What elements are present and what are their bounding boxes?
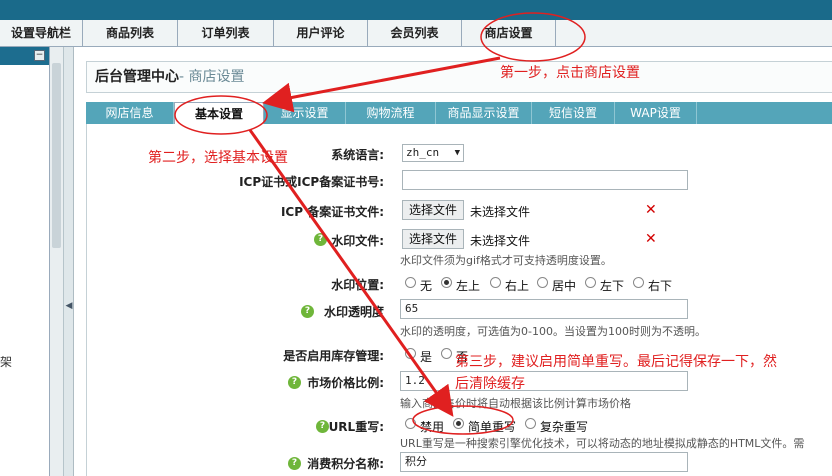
tab-sms-settings[interactable]: 短信设置 xyxy=(532,102,615,124)
url-rewrite-label: URL重写: xyxy=(328,420,384,434)
page-title: 后台管理中心 xyxy=(95,69,179,85)
red-x-icon[interactable]: ✕ xyxy=(645,203,657,217)
radio-rewrite-disabled[interactable] xyxy=(405,418,416,429)
radio-rewrite-simple[interactable] xyxy=(453,418,464,429)
chevron-down-icon: ▼ xyxy=(454,148,460,158)
tab-checkout-flow[interactable]: 购物流程 xyxy=(346,102,436,124)
tab-shop-info[interactable]: 网店信息 xyxy=(86,102,174,124)
points-name-input[interactable]: 积分 xyxy=(400,452,688,472)
radio-none-label: 无 xyxy=(420,279,433,293)
sidebar-toggle[interactable]: ◀ xyxy=(64,47,74,476)
radio-bottom-left[interactable] xyxy=(585,277,596,288)
icp-file-status: 未选择文件 xyxy=(470,205,531,219)
main-nav: 设置导航栏 商品列表 订单列表 用户评论 会员列表 商店设置 xyxy=(0,20,832,47)
watermark-file-button[interactable]: 选择文件 xyxy=(402,229,465,249)
stock-label: 是否启用库存管理: xyxy=(283,349,384,363)
tab-basic-settings[interactable]: 基本设置 xyxy=(174,102,264,124)
tab-wap-settings[interactable]: WAP设置 xyxy=(615,102,697,124)
icp-file-label: ICP 备案证书文件: xyxy=(280,205,384,219)
nav-item-members[interactable]: 会员列表 xyxy=(368,20,462,47)
radio-rewrite-complex-label: 复杂重写 xyxy=(540,420,589,434)
nav-item-orders[interactable]: 订单列表 xyxy=(178,20,274,47)
tab-display-settings[interactable]: 显示设置 xyxy=(264,102,346,124)
nav-item-settings-nav[interactable]: 设置导航栏 xyxy=(0,20,83,47)
icp-file-button[interactable]: 选择文件 xyxy=(402,200,465,220)
sidebar-header: − xyxy=(0,47,49,65)
settings-tabs: 网店信息 基本设置 显示设置 购物流程 商品显示设置 短信设置 WAP设置 xyxy=(86,102,832,124)
nav-item-reviews[interactable]: 用户评论 xyxy=(274,20,368,47)
watermark-position-label: 水印位置: xyxy=(331,278,384,292)
watermark-alpha-input[interactable]: 65 xyxy=(400,299,688,319)
radio-none[interactable] xyxy=(405,277,416,288)
radio-center[interactable] xyxy=(537,277,548,288)
watermark-alpha-label: 水印透明度 xyxy=(323,305,384,319)
radio-top-left[interactable] xyxy=(441,277,452,288)
chevron-left-icon[interactable]: ◀ xyxy=(65,299,73,313)
market-price-label: 市场价格比例: xyxy=(307,376,384,390)
watermark-file-label: 水印文件: xyxy=(331,234,384,248)
radio-bottom-right-label: 右下 xyxy=(648,279,673,293)
nav-item-products[interactable]: 商品列表 xyxy=(83,20,178,47)
top-banner xyxy=(0,0,832,20)
radio-stock-no[interactable] xyxy=(441,348,452,359)
radio-rewrite-disabled-label: 禁用 xyxy=(420,420,445,434)
annotation-step3-line2: 后清除缓存 xyxy=(455,376,525,392)
radio-top-right[interactable] xyxy=(490,277,501,288)
red-x-icon[interactable]: ✕ xyxy=(645,232,657,246)
annotation-step3-line1: 第三步，建议启用简单重写。最后记得保存一下，然 xyxy=(455,354,777,370)
annotation-step1: 第一步，点击商店设置 xyxy=(500,65,640,81)
radio-top-left-label: 左上 xyxy=(456,279,481,293)
language-value: zh_cn xyxy=(406,146,440,159)
sidebar: − 架 xyxy=(0,47,50,476)
points-name-label: 消费积分名称: xyxy=(307,457,384,471)
radio-rewrite-complex[interactable] xyxy=(525,418,536,429)
watermark-file-note: 水印文件须为gif格式才可支持透明度设置。 xyxy=(400,254,612,267)
radio-bottom-left-label: 左下 xyxy=(600,279,625,293)
annotation-step2: 第二步，选择基本设置 xyxy=(148,150,288,166)
radio-center-label: 居中 xyxy=(552,279,577,293)
radio-rewrite-simple-label: 简单重写 xyxy=(468,420,517,434)
radio-stock-yes-label: 是 xyxy=(420,350,433,364)
icp-input[interactable] xyxy=(402,170,688,190)
nav-item-shop-settings[interactable]: 商店设置 xyxy=(462,20,556,47)
breadcrumb-current: 商店设置 xyxy=(188,69,245,85)
radio-bottom-right[interactable] xyxy=(633,277,644,288)
icp-label: ICP证书或ICP备案证书号: xyxy=(239,175,384,189)
url-rewrite-note: URL重写是一种搜索引擎优化技术，可以将动态的地址模拟成静态的HTML文件。需 xyxy=(400,437,805,450)
market-price-input[interactable]: 1.2 xyxy=(400,371,688,391)
tab-product-display[interactable]: 商品显示设置 xyxy=(436,102,532,124)
market-price-note: 输入商品售价时将自动根据该比例计算市场价格 xyxy=(400,397,631,410)
sidebar-scrollbar[interactable] xyxy=(50,47,64,476)
minus-icon[interactable]: − xyxy=(34,50,45,61)
scrollbar-thumb[interactable] xyxy=(52,63,61,248)
radio-stock-yes[interactable] xyxy=(405,348,416,359)
radio-top-right-label: 右上 xyxy=(505,279,530,293)
sidebar-item-label[interactable]: 架 xyxy=(0,353,12,370)
page-header: 后台管理中心- 商店设置 xyxy=(86,61,832,93)
language-label: 系统语言: xyxy=(331,148,384,162)
watermark-file-status: 未选择文件 xyxy=(470,234,531,248)
language-select[interactable]: zh_cn ▼ xyxy=(402,144,464,162)
breadcrumb-separator: - xyxy=(179,69,189,85)
watermark-alpha-note: 水印的透明度，可选值为0-100。当设置为100时则为不透明。 xyxy=(400,325,706,338)
